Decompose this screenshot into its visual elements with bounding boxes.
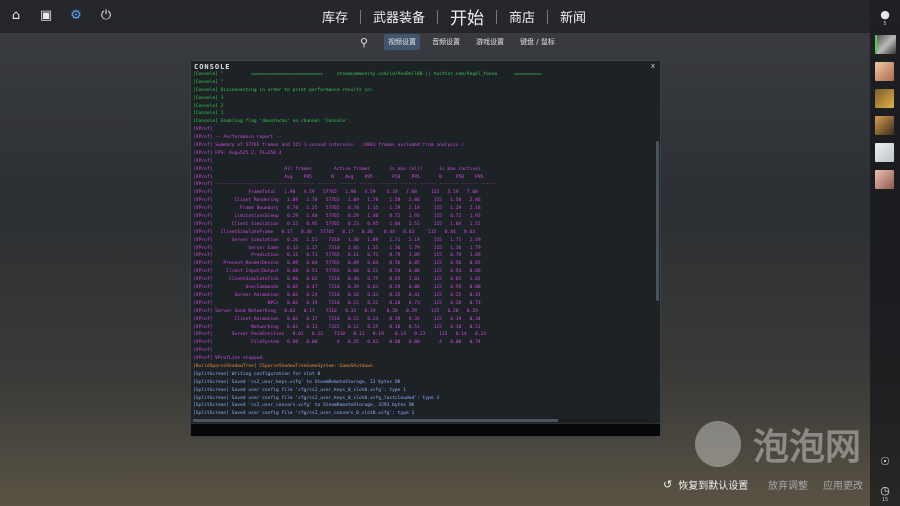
profile-icon[interactable]: ● xyxy=(878,8,892,22)
console-line: [VProf] FrameTotal 1.90 4.59 57765 1.90 … xyxy=(193,190,478,196)
console-line: [VProf] Client Input/Output 0.08 0.51 57… xyxy=(193,269,481,275)
console-line: [VProf] xyxy=(193,348,213,354)
console-line: [VProf] ---------------------- ------ --… xyxy=(193,182,498,188)
console-line: [VProf] LimitationsSleep 0.29 1.40 57765… xyxy=(193,214,481,220)
console-line: [VProf] xyxy=(193,158,213,164)
console-line: [VProf] Client Rendering 1.09 1.78 57765… xyxy=(193,198,481,204)
console-line: [VProf] Client_Animation 0.02 0.17 7310 … xyxy=(193,316,481,322)
console-line: [VProf] Server PackEntities 0.01 0.12 73… xyxy=(193,332,487,338)
console-line: [VProf] FPS: Avg=525.2, P1=250.4 xyxy=(193,150,282,156)
watermark: 泡泡网 xyxy=(695,418,861,470)
console-line: [Console] Disconnecting in order to prin… xyxy=(193,87,373,93)
console-line: [SplitScreen] Writing configuration for … xyxy=(193,371,321,377)
friend-count: 5 xyxy=(883,21,887,27)
tab-keyboard-mouse[interactable]: 键盘 / 鼠标 xyxy=(516,34,559,50)
console-line: [SplitScreen] Saved 'cs2_user_keys.vcfg'… xyxy=(193,379,401,385)
console-line: [VProf] Avg P95 N Avg P95 P50 P95 N P50 … xyxy=(193,174,484,180)
discard-changes-button[interactable]: 放弃调整 xyxy=(768,476,808,492)
console-horizontal-scrollbar[interactable] xyxy=(193,419,648,422)
search-icon[interactable]: ⚲ xyxy=(360,36,368,49)
watermark-logo-icon xyxy=(695,421,741,467)
nav-loadout[interactable]: 武器装备 xyxy=(361,7,437,26)
console-title: CONSOLE xyxy=(194,63,231,71)
top-bar: ⌂ ▣ ⚙ ⏻ 库存 武器装备 开始 商店 新闻 xyxy=(0,0,870,33)
console-line: [VProf] UserCommands 0.05 0.47 7310 0.39… xyxy=(193,285,481,291)
console-line: [VProf] Prediction 0.11 0.71 57765 0.11 … xyxy=(193,253,481,259)
avatar[interactable] xyxy=(875,89,894,108)
avatar[interactable] xyxy=(875,116,894,135)
console-line: [Console] " ========================== s… xyxy=(193,72,542,77)
console-line: [VProf] Networking 0.01 0.13 7322 0.12 0… xyxy=(193,324,481,330)
nav-news[interactable]: 新闻 xyxy=(548,7,598,26)
avatar[interactable] xyxy=(875,143,894,162)
tab-video-settings[interactable]: 视频设置 xyxy=(384,34,421,50)
console-line: [SplitScreen] Saved user config file 'cf… xyxy=(193,387,406,393)
console-line: [SplitScreen] Saved user config file 'cf… xyxy=(193,395,440,401)
console-line: [VProf] ClientSimulateTick 0.06 0.62 731… xyxy=(193,277,481,283)
console-line: [BuildSparseShadowTree] CSparseShadowTre… xyxy=(193,363,373,369)
console-line: [VProf] Client Simulation 0.23 0.95 5776… xyxy=(193,221,481,227)
console-line: [SplitScreen] Saved 'cs2_user_convars.vc… xyxy=(193,403,415,409)
console-line: [VProf] -- Performance report -- xyxy=(193,135,282,141)
friends-sidebar: ● 5 ☉ ◷ 15 xyxy=(870,0,900,506)
nav-store[interactable]: 商店 xyxy=(497,7,547,26)
main-nav: 库存 武器装备 开始 商店 新闻 xyxy=(310,0,598,33)
console-line: [VProf] VProfLite stopped. xyxy=(193,356,265,362)
avatar[interactable] xyxy=(875,170,894,189)
console-line: [VProf] NPCs 0.02 0.19 7310 0.15 0.22 0.… xyxy=(193,300,481,306)
reset-label: 恢复到默认设置 xyxy=(678,480,749,492)
console-line: [VProf] Summary of 57765 frames and 115 … xyxy=(193,143,465,149)
console-line: [VProf] xyxy=(193,127,213,133)
console-output: [Console] " ========================== s… xyxy=(193,71,653,419)
reset-icon: ↺ xyxy=(663,477,673,491)
console-line: [SplitScreen] Saved user config file 'cf… xyxy=(193,411,415,417)
console-line: [Console] 1 xyxy=(193,111,224,117)
console-line: [VProf] All frames Active frames 1s max … xyxy=(193,166,481,172)
broadcast-icon[interactable]: ☉ xyxy=(878,455,892,469)
discard-label: 放弃调整 xyxy=(768,480,808,492)
avatar[interactable] xyxy=(875,35,896,54)
settings-icon[interactable]: ⚙ xyxy=(68,7,84,23)
close-icon[interactable]: x xyxy=(651,62,655,70)
console-line: [VProf] Frame Boundary 0.78 1.35 57765 0… xyxy=(193,206,481,212)
power-icon[interactable]: ⏻ xyxy=(98,7,114,23)
watermark-text: 泡泡网 xyxy=(753,427,862,468)
tab-audio-settings[interactable]: 音频设置 xyxy=(428,34,464,50)
top-icons: ⌂ ▣ ⚙ ⏻ xyxy=(8,7,114,23)
avatar[interactable] xyxy=(875,62,894,81)
console-line: [VProf] Server Game 0.13 1.17 7310 1.05 … xyxy=(193,245,481,251)
apply-changes-button[interactable]: 应用更改 xyxy=(823,476,863,492)
nav-play[interactable]: 开始 xyxy=(438,4,496,29)
apply-label: 应用更改 xyxy=(823,480,863,492)
notification-count: 15 xyxy=(881,497,889,503)
console-line: [VProf] Server Animation 0.02 0.24 7310 … xyxy=(193,292,481,298)
nav-inventory[interactable]: 库存 xyxy=(310,7,360,26)
console-line: [VProf] Server Simulation 0.16 1.51 7310… xyxy=(193,237,481,243)
reset-defaults-button[interactable]: ↺ 恢复到默认设置 xyxy=(663,476,748,492)
console-line: [VProf] Present_RenderDevice 0.09 0.04 5… xyxy=(193,261,481,267)
console-line: [Console] 3 xyxy=(193,95,224,101)
home-icon[interactable]: ⌂ xyxy=(8,7,24,23)
console-window: CONSOLE x [Console] " ==================… xyxy=(190,60,661,437)
scrollbar-thumb[interactable] xyxy=(193,419,558,422)
console-line: [Console] Enabling flag 'donotecho' on c… xyxy=(193,119,351,125)
console-line: [Console] 2 xyxy=(193,103,224,109)
console-line: [VProf] FileSystem 0.00 0.00 4 0.25 0.83… xyxy=(193,340,481,346)
tab-game-settings[interactable]: 游戏设置 xyxy=(472,34,508,50)
console-input[interactable] xyxy=(191,423,660,436)
console-line: [Console] " xyxy=(193,79,224,85)
console-scrollbar[interactable] xyxy=(656,141,659,301)
console-line: [VProf] Server Send Networking 0.02 0.17… xyxy=(193,308,478,314)
clock-icon[interactable]: ◷ xyxy=(878,484,892,498)
console-line: [VProf] ClientSimulateFrame 0.17 0.36 57… xyxy=(193,229,476,235)
settings-subnav: ⚲ 视频设置 音频设置 游戏设置 键盘 / 鼠标 xyxy=(360,34,559,50)
inventory-icon[interactable]: ▣ xyxy=(38,7,54,23)
